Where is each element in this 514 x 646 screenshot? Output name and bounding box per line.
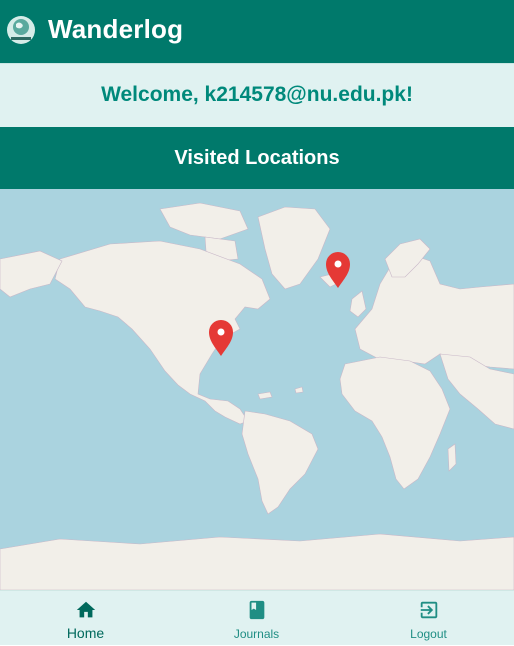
bottom-navigation: Home Journals Logout [0,590,514,645]
app-bar: Wanderlog [0,0,514,63]
nav-journals-label: Journals [233,627,280,641]
home-icon [0,599,171,621]
nav-logout[interactable]: Logout [343,591,514,646]
nav-home[interactable]: Home [0,591,171,646]
section-title: Visited Locations [0,127,514,189]
nav-logout-label: Logout [410,627,447,641]
nav-journals[interactable]: Journals [171,591,342,646]
welcome-banner: Welcome, k214578@nu.edu.pk! [0,63,514,127]
app-logo [7,16,35,44]
logout-icon [343,599,514,621]
nav-home-label: Home [66,625,105,641]
book-icon [171,599,342,621]
world-map[interactable] [0,189,514,590]
app-title: Wanderlog [48,14,184,44]
land-antarctica [0,533,514,590]
